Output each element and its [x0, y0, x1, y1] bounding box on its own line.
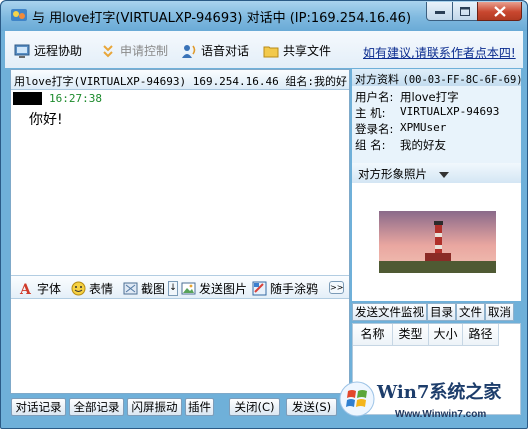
screenshot-icon	[123, 282, 138, 295]
font-label: 字体	[37, 282, 62, 296]
remote-assist-button[interactable]: 远程协助	[14, 42, 82, 59]
request-control-icon	[103, 44, 113, 57]
col-path[interactable]: 路径	[463, 324, 499, 346]
watermark-url: Www.Winwin7.com	[395, 409, 487, 420]
close-chat-button[interactable]: 关闭(C)	[229, 398, 280, 416]
profile-header-label: 对方资料	[355, 73, 399, 86]
mac-address: (00-03-FF-8C-6F-69)	[402, 74, 522, 86]
message-input[interactable]	[11, 300, 349, 393]
photo-area	[352, 183, 521, 301]
screenshot-dropdown-icon[interactable]: ↓	[168, 281, 179, 296]
request-control-label: 申请控制	[120, 44, 169, 58]
font-button[interactable]: A 字体	[19, 280, 61, 297]
remote-assist-label: 远程协助	[34, 44, 83, 58]
info-row-username: 用户名: 用love打字	[355, 89, 521, 105]
info-row-host: 主 机: VIRTUALXP-94693	[355, 105, 521, 121]
minimize-button[interactable]	[426, 2, 453, 21]
col-name[interactable]: 名称	[353, 324, 393, 346]
doodle-label: 随手涂鸦	[270, 282, 319, 296]
dropdown-arrow-icon	[438, 172, 449, 178]
info-row-group: 组 名: 我的好友	[355, 137, 521, 153]
info-value: XPMUser	[400, 121, 447, 134]
font-icon: A	[19, 282, 32, 296]
profile-photo	[379, 211, 496, 273]
smiley-icon	[71, 281, 86, 296]
chat-header: 用love打字(VIRTUALXP-94693) 169.254.16.46 组…	[11, 70, 349, 90]
remote-assist-icon	[14, 44, 30, 58]
info-value: VIRTUALXP-94693	[400, 105, 500, 118]
tab-directory[interactable]: 目录	[427, 303, 456, 321]
request-control-button[interactable]: 申请控制	[100, 42, 168, 59]
send-image-button[interactable]: 发送图片	[181, 280, 247, 297]
watermark-title: Win7系统之家	[377, 382, 502, 403]
send-image-label: 发送图片	[199, 282, 248, 296]
photo-header[interactable]: 对方形象照片	[352, 163, 521, 183]
close-icon	[493, 5, 506, 17]
sender-redacted	[13, 92, 42, 105]
message-text: 你好!	[29, 112, 63, 128]
voice-chat-icon	[182, 44, 196, 58]
info-row-login: 登录名: XPMUser	[355, 121, 521, 137]
close-window-button[interactable]	[477, 2, 522, 21]
more-tools-button[interactable]: >>	[329, 281, 344, 294]
profile-header: 对方资料 (00-03-FF-8C-6F-69)	[352, 69, 521, 86]
app-icon	[11, 9, 27, 21]
maximize-icon	[460, 6, 470, 16]
contact-info-panel: 对方资料 (00-03-FF-8C-6F-69) 用户名: 用love打字 主 …	[352, 69, 521, 415]
tab-send-monitor[interactable]: 发送文件监视	[352, 303, 427, 321]
voice-chat-label: 语音对话	[201, 44, 250, 58]
message-time: 16:27:38	[49, 92, 102, 105]
chat-toolbar: A 字体 表情 截图 ↓ 发送图片 随手涂鸦 >>	[11, 275, 349, 299]
all-logs-button[interactable]: 全部记录	[69, 398, 124, 416]
watermark: Win7系统之家 Www.Winwin7.com	[337, 377, 527, 427]
info-key: 组 名:	[355, 138, 386, 152]
screenshot-label: 截图	[141, 282, 166, 296]
tab-file[interactable]: 文件	[456, 303, 485, 321]
chat-panel: 用love打字(VIRTUALXP-94693) 169.254.16.46 组…	[10, 69, 350, 394]
emoji-label: 表情	[89, 282, 114, 296]
contact-summary: 用love打字(VIRTUALXP-94693) 169.254.16.46 组…	[14, 75, 348, 88]
image-icon	[181, 282, 196, 295]
chat-window: 与 用love打字(VIRTUALXP-94693) 对话中 (IP:169.2…	[0, 0, 528, 429]
doodle-icon	[252, 281, 267, 296]
chat-log-button[interactable]: 对话记录	[11, 398, 66, 416]
folder-icon	[263, 46, 279, 57]
suggestion-link[interactable]: 如有建议,请联系作者点本四!	[363, 44, 516, 61]
svg-text:A: A	[19, 282, 32, 296]
emoji-button[interactable]: 表情	[71, 280, 113, 297]
doodle-button[interactable]: 随手涂鸦	[252, 280, 318, 297]
info-key: 用户名:	[355, 90, 394, 104]
message-meta: 16:27:38	[13, 92, 102, 105]
voice-chat-button[interactable]: 语音对话	[181, 42, 249, 59]
share-files-button[interactable]: 共享文件	[263, 42, 331, 59]
info-key: 登录名:	[355, 122, 394, 136]
file-table-header: 名称 类型 大小 路径	[353, 324, 520, 346]
plugin-button[interactable]: 插件	[185, 398, 214, 416]
screenshot-button[interactable]: 截图 ↓	[123, 280, 179, 297]
col-size[interactable]: 大小	[429, 324, 463, 346]
minimize-icon	[434, 11, 445, 14]
windows-logo-icon	[339, 381, 375, 417]
top-toolbar: 远程协助 申请控制 语音对话 共享文件 如有建议,请联系作者点本四!	[5, 31, 523, 68]
info-value: 我的好友	[400, 138, 446, 152]
tab-cancel[interactable]: 取消	[485, 303, 514, 321]
transfer-tabs: 发送文件监视 目录 文件 取消	[352, 303, 521, 321]
shake-button[interactable]: 闪屏振动	[127, 398, 182, 416]
maximize-button[interactable]	[452, 2, 478, 21]
share-files-label: 共享文件	[283, 44, 332, 58]
title-bar[interactable]: 与 用love打字(VIRTUALXP-94693) 对话中 (IP:169.2…	[1, 1, 527, 31]
info-key: 主 机:	[355, 106, 386, 120]
col-type[interactable]: 类型	[393, 324, 429, 346]
window-title: 与 用love打字(VIRTUALXP-94693) 对话中 (IP:169.2…	[32, 11, 412, 26]
send-button[interactable]: 发送(S)	[286, 398, 337, 416]
info-value: 用love打字	[400, 90, 459, 104]
photo-label: 对方形象照片	[358, 167, 427, 181]
